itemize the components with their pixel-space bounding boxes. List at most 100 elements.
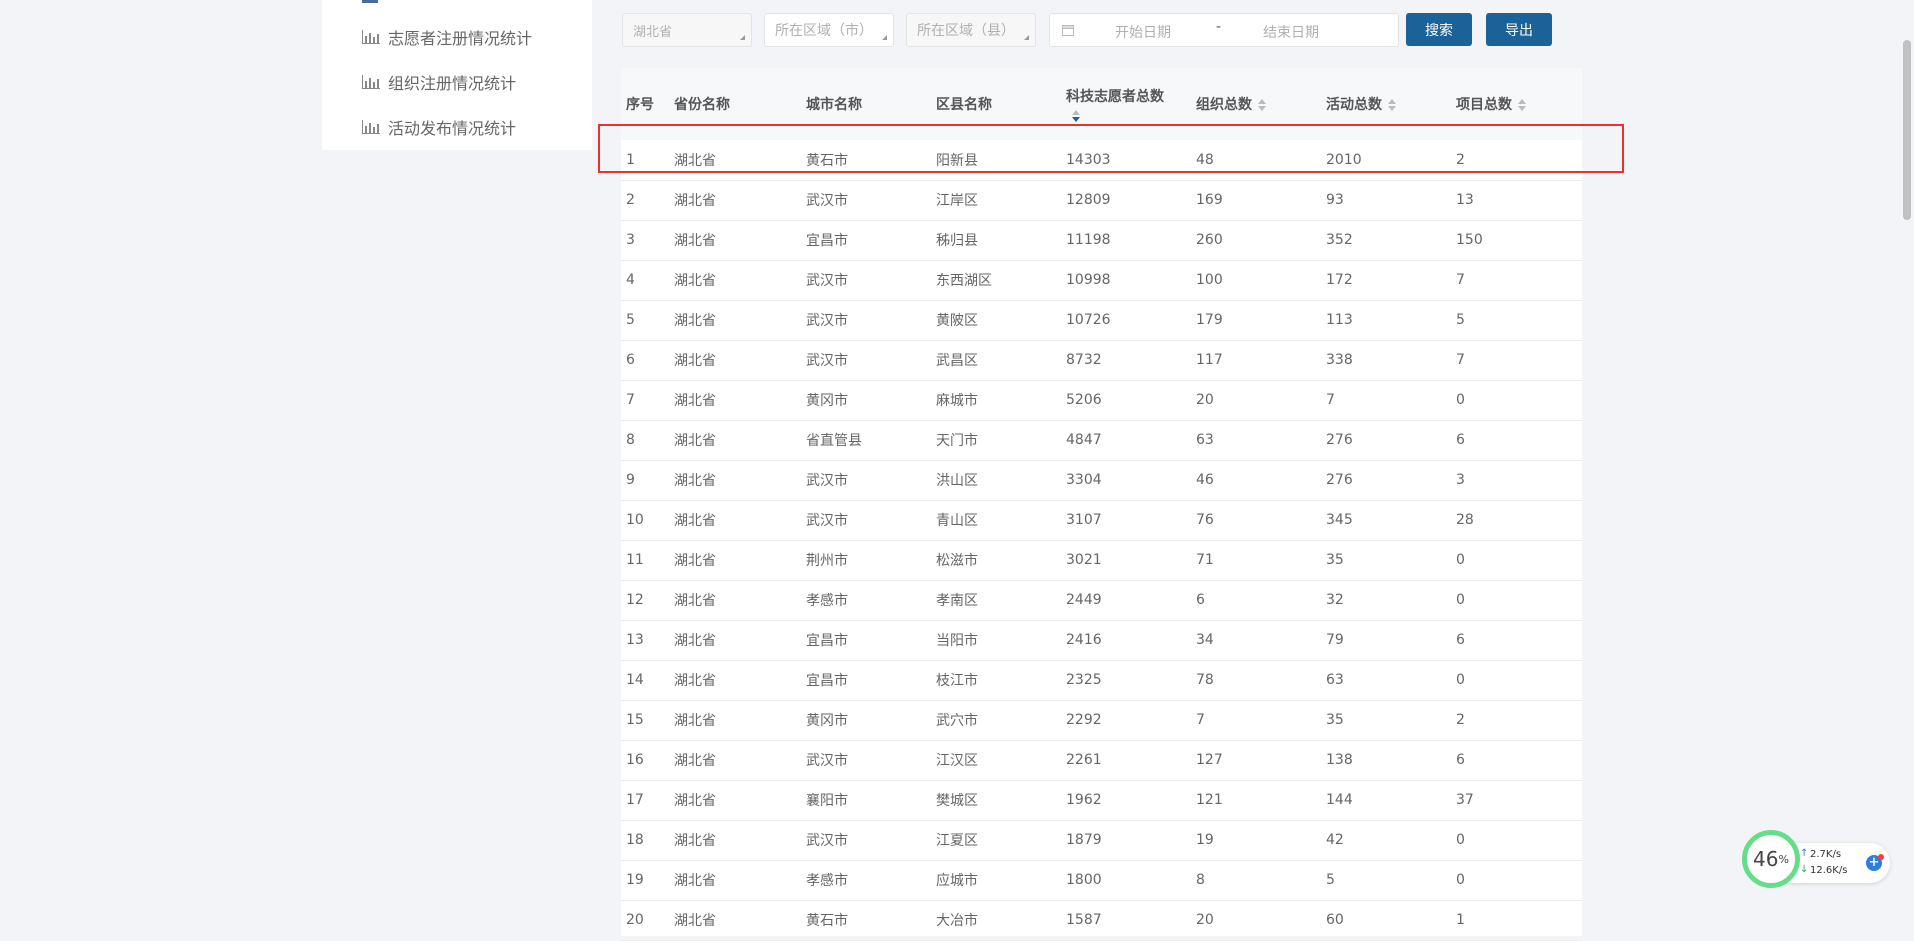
cell-province: 湖北省 xyxy=(674,353,716,369)
export-button[interactable]: 导出 xyxy=(1486,13,1552,46)
cell-city: 武汉市 xyxy=(806,753,848,769)
cell-projects: 0 xyxy=(1456,552,1465,568)
table-row: 2 湖北省 武汉市 江岸区 12809 169 93 13 xyxy=(621,180,1582,220)
county-select[interactable]: 所在区域（县） xyxy=(906,13,1036,47)
cell-county: 樊城区 xyxy=(936,793,978,809)
cell-county: 武昌区 xyxy=(936,353,978,369)
table-row: 12 湖北省 孝感市 孝南区 2449 6 32 0 xyxy=(621,580,1582,620)
county-select-placeholder: 所在区域（县） xyxy=(917,23,1015,39)
cell-city: 黄冈市 xyxy=(806,393,848,409)
table-row: 15 湖北省 黄冈市 武穴市 2292 7 35 2 xyxy=(621,700,1582,740)
sidebar-item-volunteer-stats[interactable]: 志愿者注册情况统计 xyxy=(362,22,532,52)
cell-province: 湖北省 xyxy=(674,593,716,609)
cell-volunteers: 2292 xyxy=(1066,712,1102,728)
cell-volunteers: 14303 xyxy=(1066,151,1111,168)
sort-icon[interactable] xyxy=(1388,99,1396,111)
cell-projects: 0 xyxy=(1456,392,1465,408)
cell-province: 湖北省 xyxy=(674,633,716,649)
bar-chart-icon xyxy=(362,30,380,44)
col-header-index: 序号 xyxy=(626,97,654,113)
cell-orgs: 71 xyxy=(1196,552,1214,568)
table-row: 14 湖北省 宜昌市 枝江市 2325 78 63 0 xyxy=(621,660,1582,700)
cell-province: 湖北省 xyxy=(674,793,716,809)
cell-county: 秭归县 xyxy=(936,233,978,249)
cell-province: 湖北省 xyxy=(674,873,716,889)
cell-orgs: 121 xyxy=(1196,792,1223,808)
col-header-volunteers[interactable]: 科技志愿者总数 xyxy=(1061,68,1191,140)
sidebar-item-label: 志愿者注册情况统计 xyxy=(388,29,533,48)
city-select-placeholder: 所在区域（市） xyxy=(775,23,873,39)
province-select[interactable]: 湖北省 xyxy=(622,13,752,47)
scrollbar[interactable] xyxy=(1900,0,1914,936)
cell-projects: 6 xyxy=(1456,432,1465,448)
end-date-input[interactable]: 结束日期 xyxy=(1263,22,1319,42)
sidebar-item-org-stats[interactable]: 组织注册情况统计 xyxy=(362,67,516,97)
cell-volunteers: 1879 xyxy=(1066,832,1102,848)
cell-activities: 172 xyxy=(1326,272,1353,288)
cell-county: 江夏区 xyxy=(936,833,978,849)
cell-county: 武穴市 xyxy=(936,713,978,729)
cell-activities: 35 xyxy=(1326,552,1344,568)
sort-icon[interactable] xyxy=(1258,99,1266,111)
cell-activities: 32 xyxy=(1326,592,1344,608)
cell-county: 江岸区 xyxy=(936,193,978,209)
cell-activities: 276 xyxy=(1326,472,1353,488)
cell-city: 武汉市 xyxy=(806,353,848,369)
cell-county: 麻城市 xyxy=(936,393,978,409)
network-speed-widget[interactable]: 46% ↑ 2.7K/s ↓ 12.6K/s + xyxy=(1742,830,1890,894)
cell-volunteers: 2416 xyxy=(1066,632,1102,648)
search-button[interactable]: 搜索 xyxy=(1406,13,1472,46)
sort-icon[interactable] xyxy=(1072,110,1080,122)
cell-index: 17 xyxy=(626,792,644,808)
cell-index: 5 xyxy=(626,312,635,328)
table-row: 8 湖北省 省直管县 天门市 4847 63 276 6 xyxy=(621,420,1582,460)
cell-volunteers: 3304 xyxy=(1066,472,1102,488)
cell-projects: 7 xyxy=(1456,352,1465,368)
table-row: 13 湖北省 宜昌市 当阳市 2416 34 79 6 xyxy=(621,620,1582,660)
cell-county: 孝南区 xyxy=(936,593,978,609)
stats-table: 序号 省份名称 城市名称 区县名称 科技志愿者总数 组织总数 活动总数 项目总数… xyxy=(621,68,1582,940)
cell-index: 9 xyxy=(626,472,635,488)
usage-percent: 46 xyxy=(1753,847,1779,871)
cell-city: 武汉市 xyxy=(806,473,848,489)
sidebar-item-label: 活动发布情况统计 xyxy=(388,119,517,138)
city-select[interactable]: 所在区域（市） xyxy=(764,13,894,47)
table-row: 4 湖北省 武汉市 东西湖区 10998 100 172 7 xyxy=(621,260,1582,300)
cell-city: 武汉市 xyxy=(806,273,848,289)
cell-volunteers: 2449 xyxy=(1066,592,1102,608)
cell-county: 青山区 xyxy=(936,513,978,529)
date-range-picker[interactable]: 开始日期 - 结束日期 xyxy=(1049,13,1399,47)
cell-activities: 2010 xyxy=(1326,151,1362,168)
cell-orgs: 20 xyxy=(1196,912,1214,928)
cell-projects: 2 xyxy=(1456,151,1465,168)
cell-index: 13 xyxy=(626,632,644,648)
cell-volunteers: 11198 xyxy=(1066,232,1111,248)
cell-index: 2 xyxy=(626,192,635,208)
col-header-orgs[interactable]: 组织总数 xyxy=(1191,68,1321,140)
scrollbar-thumb[interactable] xyxy=(1903,40,1911,220)
cell-orgs: 6 xyxy=(1196,592,1205,608)
table-row: 18 湖北省 武汉市 江夏区 1879 19 42 0 xyxy=(621,820,1582,860)
table-row: 9 湖北省 武汉市 洪山区 3304 46 276 3 xyxy=(621,460,1582,500)
cell-activities: 60 xyxy=(1326,912,1344,928)
sidebar-item-activity-stats[interactable]: 活动发布情况统计 xyxy=(362,112,516,142)
cell-province: 湖北省 xyxy=(674,833,716,849)
cell-orgs: 46 xyxy=(1196,472,1214,488)
col-header-activities[interactable]: 活动总数 xyxy=(1321,68,1451,140)
sort-icon[interactable] xyxy=(1518,99,1526,111)
cell-city: 宜昌市 xyxy=(806,233,848,249)
cell-city: 孝感市 xyxy=(806,593,848,609)
cell-province: 湖北省 xyxy=(674,713,716,729)
cell-activities: 35 xyxy=(1326,712,1344,728)
cell-index: 20 xyxy=(626,912,644,928)
cell-orgs: 76 xyxy=(1196,512,1214,528)
table-row: 16 湖北省 武汉市 江汉区 2261 127 138 6 xyxy=(621,740,1582,780)
dropdown-caret-icon xyxy=(1024,35,1029,40)
download-speed: 12.6K/s xyxy=(1810,865,1848,876)
bar-chart-icon xyxy=(362,120,380,134)
start-date-input[interactable]: 开始日期 xyxy=(1115,22,1171,42)
table-row: 10 湖北省 武汉市 青山区 3107 76 345 28 xyxy=(621,500,1582,540)
col-header-projects[interactable]: 项目总数 xyxy=(1451,68,1582,140)
cell-province: 湖北省 xyxy=(674,313,716,329)
cell-orgs: 100 xyxy=(1196,272,1223,288)
